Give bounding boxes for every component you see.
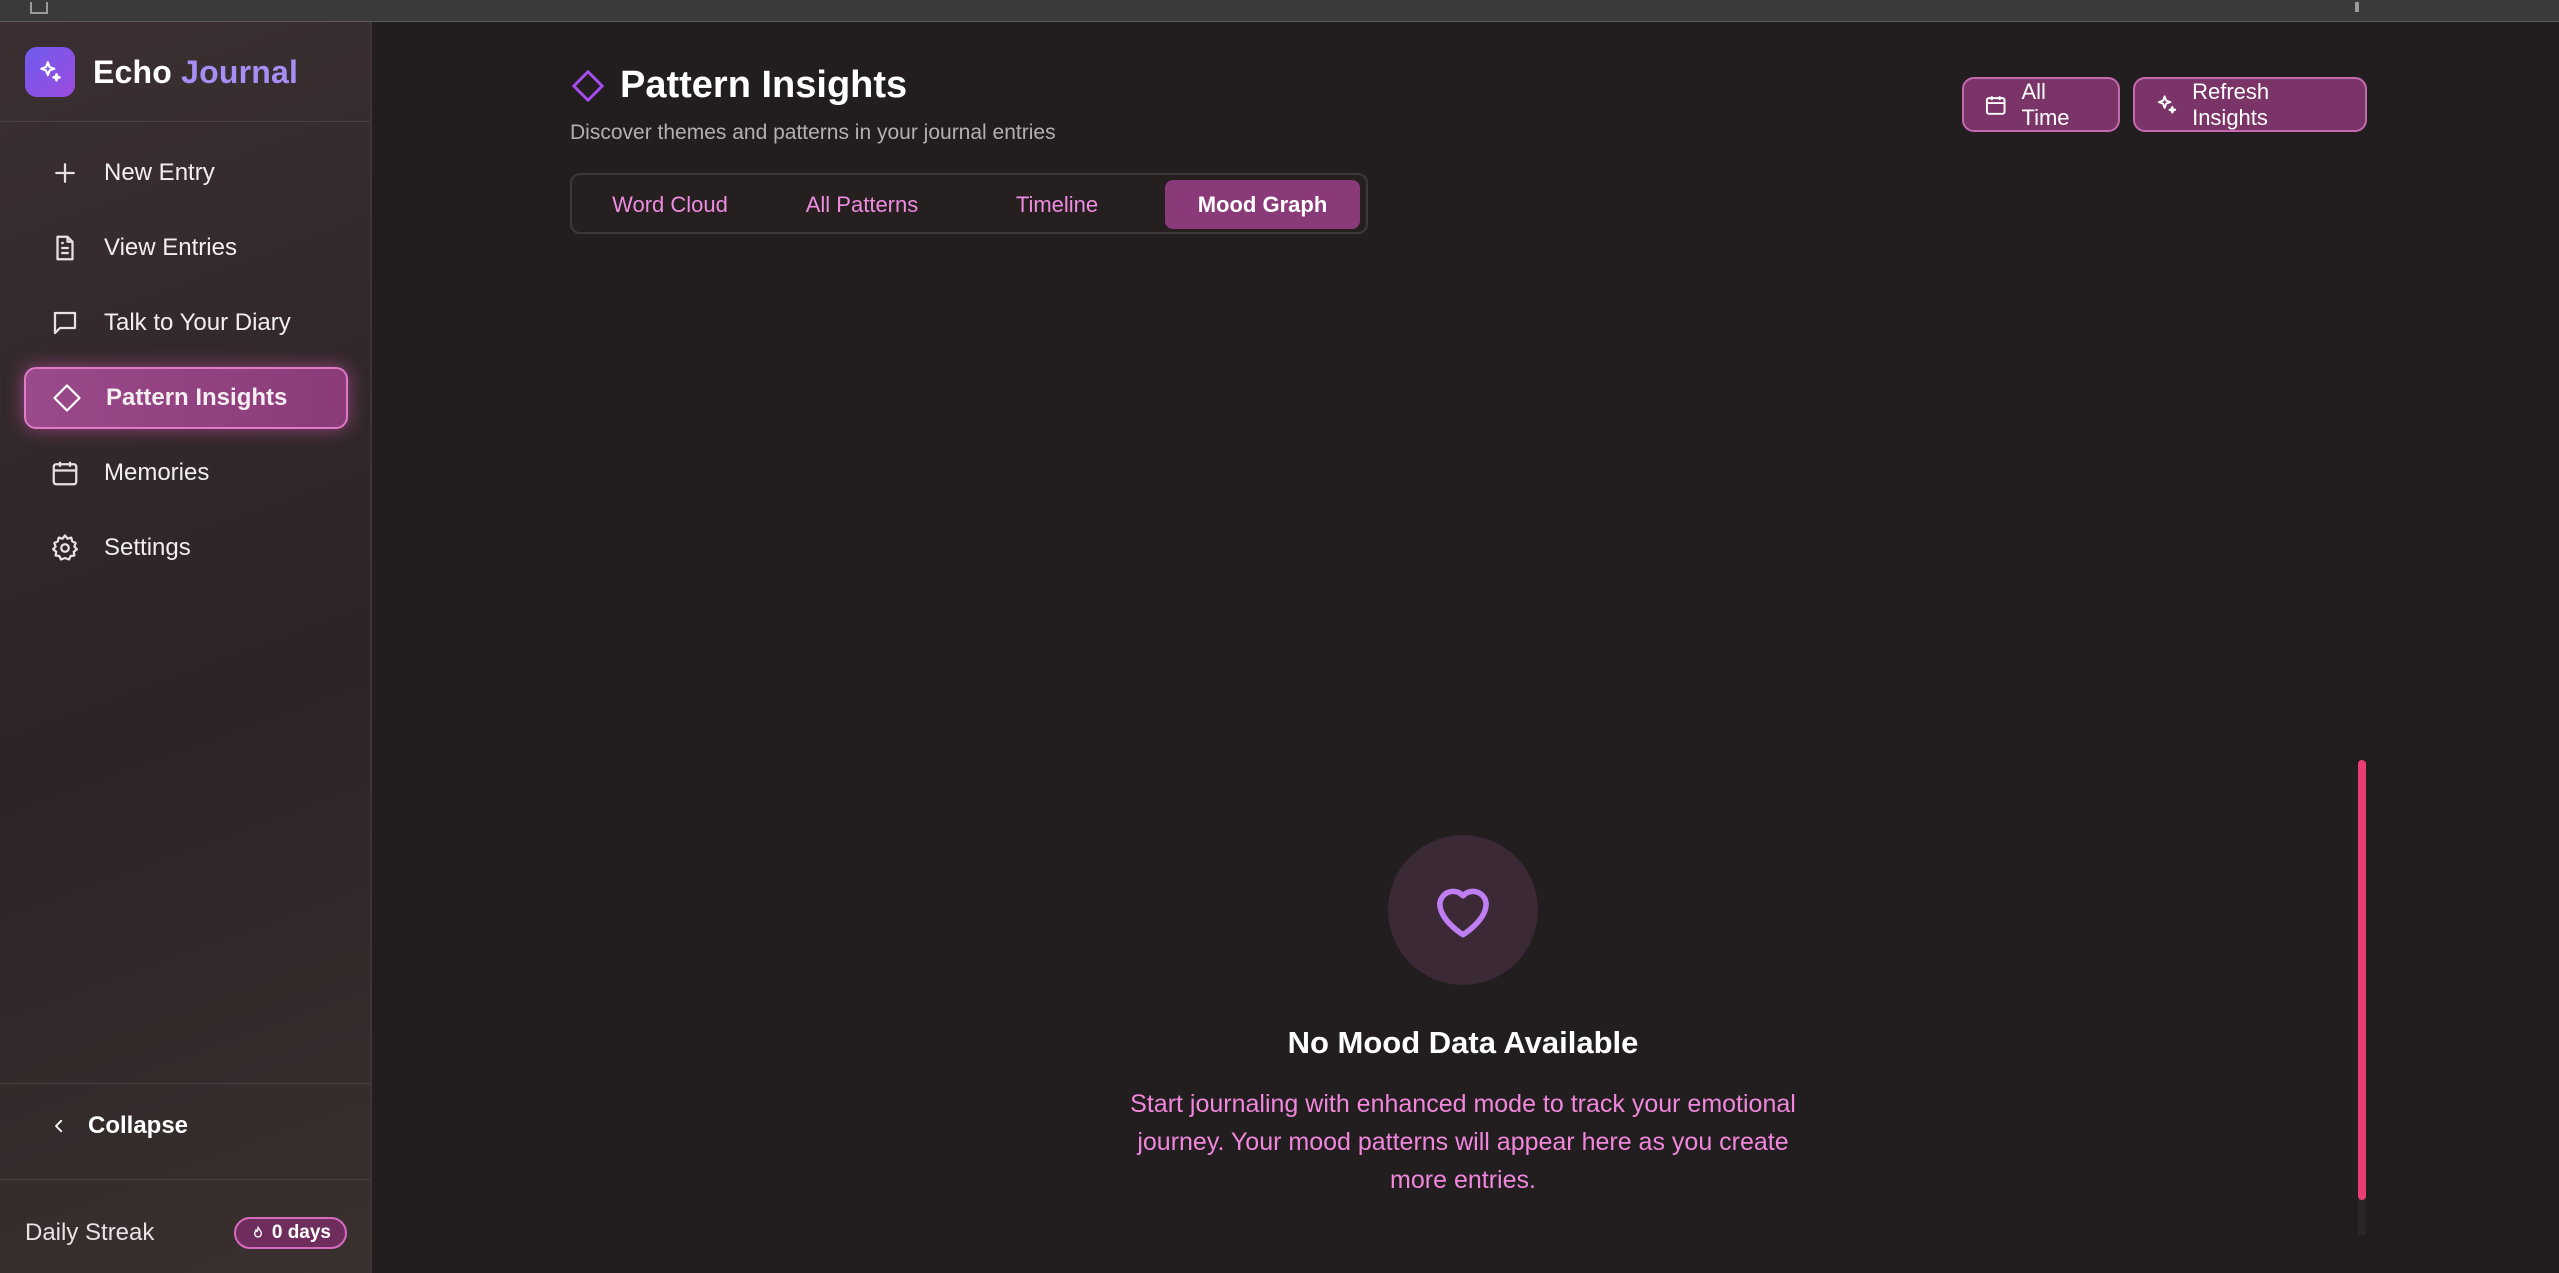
plus-icon	[55, 163, 75, 183]
sidebar-item-memories[interactable]: Memories	[24, 442, 348, 504]
chevron-left-icon	[55, 1119, 63, 1133]
time-filter-button[interactable]: All Time	[1962, 77, 2120, 132]
sidebar-item-talk-to-diary[interactable]: Talk to Your Diary	[24, 292, 348, 354]
sidebar-item-label: Settings	[104, 534, 191, 561]
sidebar-item-settings[interactable]: Settings	[24, 517, 348, 579]
sparkles-icon	[2157, 94, 2177, 114]
sidebar-divider	[0, 121, 370, 122]
refresh-insights-label: Refresh Insights	[2192, 78, 2270, 130]
heart-icon	[1437, 888, 1489, 938]
insight-tabs: Word Cloud All Patterns Timeline Mood Gr…	[570, 173, 1368, 234]
tab-all-patterns[interactable]: All Patterns	[772, 180, 952, 229]
calendar-icon	[1985, 95, 2006, 115]
scrollbar-thumb[interactable]	[2358, 760, 2366, 1200]
brand-second: Journal	[181, 53, 299, 90]
empty-state-title: No Mood Data Available	[1287, 1025, 1639, 1060]
chat-icon	[53, 311, 77, 335]
streak-value: 0 days	[271, 1222, 331, 1243]
tab-word-cloud[interactable]: Word Cloud	[590, 180, 750, 229]
tab-mood-graph[interactable]: Mood Graph	[1165, 180, 1360, 229]
brand-first: Echo	[93, 53, 173, 90]
diamond-icon	[53, 384, 81, 412]
sidebar-item-label: Pattern Insights	[106, 384, 288, 411]
scrollbar-track[interactable]	[2358, 1195, 2366, 1235]
sidebar: Echo Journal New Entry View Entries Talk…	[0, 22, 372, 1273]
brand[interactable]: Echo Journal	[25, 46, 298, 98]
gear-icon	[52, 534, 78, 561]
app-title: Echo Journal	[93, 54, 298, 91]
tab-timeline[interactable]: Timeline	[977, 180, 1137, 229]
menu-icon	[2355, 2, 2359, 12]
empty-state-icon-circle	[1388, 835, 1538, 985]
sidebar-divider	[0, 1179, 370, 1180]
page-title: Pattern Insights	[620, 64, 908, 106]
page-header: Pattern Insights	[570, 64, 907, 107]
empty-state-description: Start journaling with enhanced mode to t…	[1130, 1090, 1796, 1194]
collapse-label: Collapse	[88, 1112, 189, 1139]
calendar-icon	[52, 461, 78, 486]
window-icon	[30, 2, 48, 14]
sidebar-item-view-entries[interactable]: View Entries	[24, 217, 348, 279]
page-subtitle: Discover themes and patterns in your jou…	[570, 121, 1056, 144]
sidebar-item-label: Memories	[104, 459, 210, 486]
document-icon	[56, 235, 74, 261]
sidebar-divider	[0, 1083, 370, 1084]
sidebar-item-label: New Entry	[104, 159, 215, 186]
diamond-icon	[572, 69, 604, 102]
sidebar-item-pattern-insights[interactable]: Pattern Insights	[24, 367, 348, 429]
sidebar-nav: New Entry View Entries Talk to Your Diar…	[24, 142, 348, 592]
streak-badge: 0 days	[233, 1217, 347, 1249]
refresh-insights-button[interactable]: Refresh Insights	[2133, 77, 2367, 132]
collapse-button[interactable]: Collapse	[50, 1112, 188, 1140]
streak-label: Daily Streak	[25, 1219, 155, 1246]
sidebar-item-new-entry[interactable]: New Entry	[24, 142, 348, 204]
browser-top-strip	[0, 0, 2559, 22]
sidebar-item-label: Talk to Your Diary	[104, 309, 291, 336]
sparkles-logo-icon	[25, 47, 75, 97]
time-filter-label: All Time	[2021, 78, 2070, 130]
flame-icon	[253, 1226, 262, 1238]
daily-streak: Daily Streak 0 days	[25, 1217, 347, 1249]
sidebar-item-label: View Entries	[104, 234, 237, 261]
